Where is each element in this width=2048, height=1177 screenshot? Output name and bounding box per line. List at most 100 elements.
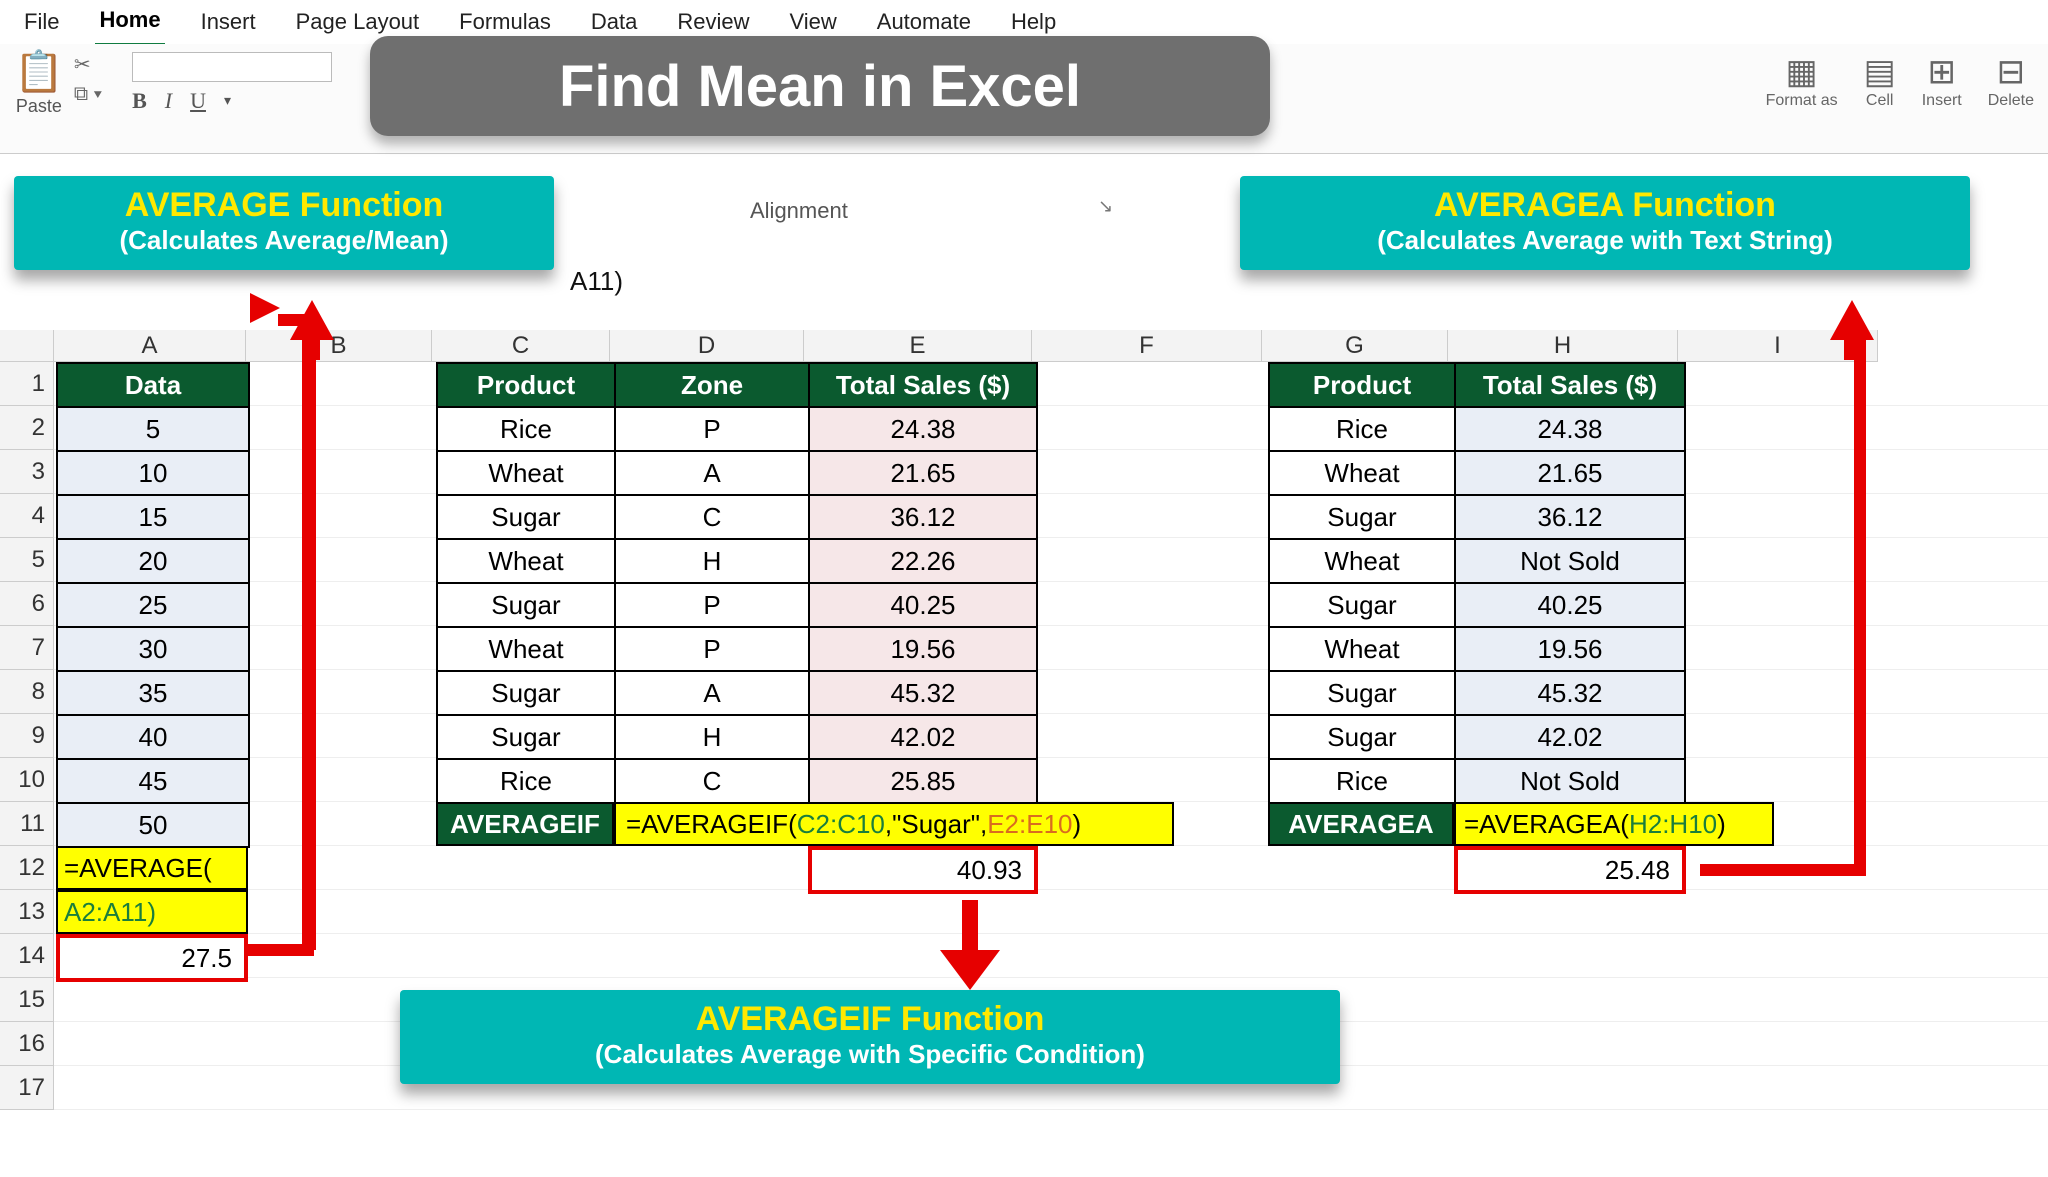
cell[interactable]: 25.85 — [809, 759, 1037, 803]
cell[interactable]: H — [615, 715, 809, 759]
cell[interactable]: 19.56 — [809, 627, 1037, 671]
cell-averageif-label[interactable]: AVERAGEIF — [436, 802, 614, 846]
cell[interactable]: 21.65 — [809, 451, 1037, 495]
cell[interactable]: 50 — [57, 803, 249, 847]
tab-home[interactable]: Home — [95, 3, 164, 47]
cell[interactable]: 45 — [57, 759, 249, 803]
underline-dropdown[interactable]: ▾ — [224, 93, 231, 110]
cell[interactable]: H — [615, 539, 809, 583]
cell[interactable]: Wheat — [1269, 539, 1455, 583]
cell[interactable]: 40.25 — [809, 583, 1037, 627]
row-header[interactable]: 16 — [0, 1022, 54, 1066]
select-all-corner[interactable] — [0, 330, 54, 362]
cell-average-result[interactable]: 27.5 — [56, 934, 248, 982]
tab-file[interactable]: File — [20, 5, 63, 45]
row-header[interactable]: 14 — [0, 934, 54, 978]
cell[interactable]: Not Sold — [1455, 539, 1685, 583]
underline-button[interactable]: U — [190, 88, 206, 114]
row-header[interactable]: 12 — [0, 846, 54, 890]
cell[interactable]: Wheat — [437, 539, 615, 583]
cell[interactable]: 45.32 — [1455, 671, 1685, 715]
paste-button[interactable]: 📋 Paste — [14, 52, 64, 117]
cell[interactable]: 36.12 — [809, 495, 1037, 539]
formula-bar-fragment[interactable]: A11) — [570, 266, 623, 297]
col-header-H[interactable]: H — [1448, 330, 1678, 362]
row-header[interactable]: 3 — [0, 450, 54, 494]
row-header[interactable]: 7 — [0, 626, 54, 670]
cell-averageif-formula[interactable]: =AVERAGEIF(C2:C10,"Sugar",E2:E10) — [614, 802, 1174, 846]
cell[interactable]: 25 — [57, 583, 249, 627]
cell-averagea-result[interactable]: 25.48 — [1454, 846, 1686, 894]
format-as-table-button[interactable]: ▦ Format as — [1766, 52, 1838, 110]
cell[interactable]: 45.32 — [809, 671, 1037, 715]
row-header[interactable]: 13 — [0, 890, 54, 934]
cell-averageif-result[interactable]: 40.93 — [808, 846, 1038, 894]
row-header[interactable]: 5 — [0, 538, 54, 582]
cell[interactable]: 36.12 — [1455, 495, 1685, 539]
tab-insert[interactable]: Insert — [197, 5, 260, 45]
row-header[interactable]: 11 — [0, 802, 54, 846]
cell[interactable]: Rice — [1269, 759, 1455, 803]
cell[interactable]: 22.26 — [809, 539, 1037, 583]
cell[interactable]: 42.02 — [1455, 715, 1685, 759]
cell[interactable]: Rice — [1269, 407, 1455, 451]
row-header[interactable]: 6 — [0, 582, 54, 626]
cell-average-formula-line2[interactable]: A2:A11) — [56, 890, 248, 934]
cell-average-formula-line1[interactable]: =AVERAGE( — [56, 846, 248, 890]
col-header-C[interactable]: C — [432, 330, 610, 362]
cell[interactable]: 15 — [57, 495, 249, 539]
cell-averagea-label[interactable]: AVERAGEA — [1268, 802, 1454, 846]
copy-icon[interactable]: ⧉ ▾ — [74, 83, 102, 106]
cell[interactable]: Sugar — [437, 671, 615, 715]
cell[interactable]: 35 — [57, 671, 249, 715]
cell[interactable]: Sugar — [1269, 715, 1455, 759]
cell[interactable]: Sugar — [1269, 495, 1455, 539]
cell[interactable]: C — [615, 759, 809, 803]
cell[interactable]: C — [615, 495, 809, 539]
cell[interactable]: Sugar — [1269, 583, 1455, 627]
cell[interactable]: P — [615, 583, 809, 627]
cell[interactable]: Not Sold — [1455, 759, 1685, 803]
cell[interactable]: A — [615, 451, 809, 495]
col-header-D[interactable]: D — [610, 330, 804, 362]
cell[interactable]: A — [615, 671, 809, 715]
insert-cells-button[interactable]: ⊞ Insert — [1922, 52, 1962, 110]
cell[interactable]: Wheat — [1269, 627, 1455, 671]
cell-styles-button[interactable]: ▤ Cell — [1864, 52, 1896, 110]
cell[interactable]: 21.65 — [1455, 451, 1685, 495]
cell[interactable]: Wheat — [1269, 451, 1455, 495]
cell[interactable]: 10 — [57, 451, 249, 495]
cell[interactable]: 20 — [57, 539, 249, 583]
cell[interactable]: P — [615, 407, 809, 451]
cell[interactable]: 40 — [57, 715, 249, 759]
cell[interactable]: Sugar — [1269, 671, 1455, 715]
row-header[interactable]: 4 — [0, 494, 54, 538]
row-header[interactable]: 8 — [0, 670, 54, 714]
cell[interactable]: Rice — [437, 407, 615, 451]
col-header-G[interactable]: G — [1262, 330, 1448, 362]
cut-icon[interactable]: ✂ — [74, 52, 102, 77]
cell[interactable]: Sugar — [437, 495, 615, 539]
col-header-E[interactable]: E — [804, 330, 1032, 362]
row-header[interactable]: 10 — [0, 758, 54, 802]
row-header[interactable]: 15 — [0, 978, 54, 1022]
font-name-selector[interactable] — [132, 52, 332, 82]
cell[interactable]: 5 — [57, 407, 249, 451]
cell[interactable]: 24.38 — [809, 407, 1037, 451]
cell[interactable]: Sugar — [437, 715, 615, 759]
cell[interactable]: 19.56 — [1455, 627, 1685, 671]
cell[interactable]: P — [615, 627, 809, 671]
alignment-launcher-icon[interactable]: ↘ — [1098, 196, 1113, 217]
row-header[interactable]: 1 — [0, 362, 54, 406]
cell[interactable]: Rice — [437, 759, 615, 803]
col-header-F[interactable]: F — [1032, 330, 1262, 362]
italic-button[interactable]: I — [165, 88, 172, 114]
cell[interactable]: 30 — [57, 627, 249, 671]
cell[interactable]: Wheat — [437, 627, 615, 671]
cell[interactable]: 24.38 — [1455, 407, 1685, 451]
delete-cells-button[interactable]: ⊟ Delete — [1988, 52, 2034, 110]
row-header[interactable]: 2 — [0, 406, 54, 450]
col-header-A[interactable]: A — [54, 330, 246, 362]
row-header[interactable]: 17 — [0, 1066, 54, 1110]
bold-button[interactable]: B — [132, 88, 147, 114]
